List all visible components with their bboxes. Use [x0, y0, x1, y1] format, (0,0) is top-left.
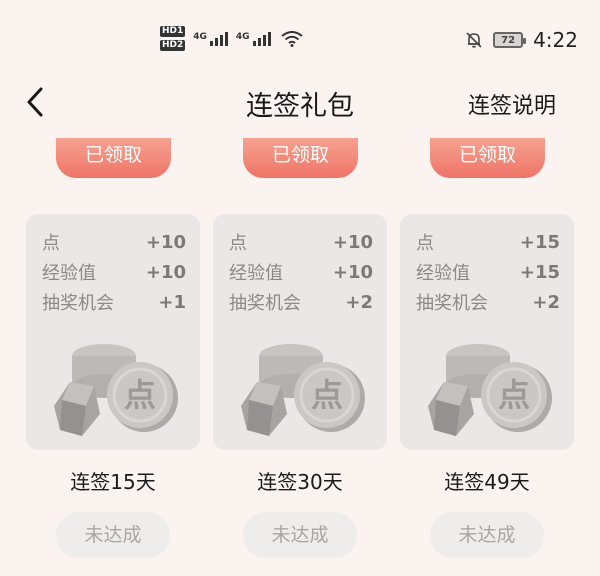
reward-row: 经验值 +10 — [229, 258, 373, 286]
coin-stack-icon: 点 — [241, 344, 365, 436]
reward-value: +1 — [158, 291, 186, 313]
streak-days-label: 连签15天 — [70, 470, 156, 494]
reward-column: 已领取 点 +15 经验值 +15 抽奖机会 +2 点 连签49天 未达成 — [400, 132, 574, 572]
reward-value: +2 — [532, 291, 560, 313]
svg-text:点: 点 — [498, 376, 530, 414]
hd1-badge: HD1 — [160, 26, 186, 37]
reward-label: 抽奖机会 — [229, 293, 301, 314]
reward-label: 点 — [229, 233, 247, 254]
reward-row: 点 +10 — [42, 228, 186, 256]
wifi-icon — [280, 30, 303, 47]
svg-text:点: 点 — [124, 376, 156, 414]
claimed-button[interactable]: 已领取 — [243, 138, 358, 178]
signal-icon: 4G — [193, 31, 228, 46]
reward-value: +2 — [345, 291, 373, 313]
hd-indicators: HD1 HD2 — [160, 26, 186, 51]
coin-stack-icon: 点 — [54, 344, 178, 436]
status-bar: HD1 HD2 4G 4G 72 4:22 — [0, 0, 600, 70]
reward-card: 点 +15 经验值 +15 抽奖机会 +2 点 — [400, 214, 574, 450]
hd2-badge: HD2 — [160, 40, 186, 51]
reward-value: +10 — [145, 231, 186, 253]
reward-value: +10 — [145, 261, 186, 283]
reward-row: 抽奖机会 +2 — [416, 288, 560, 316]
streak-days-label: 连签49天 — [444, 470, 530, 494]
reward-column: 已领取 点 +10 经验值 +10 抽奖机会 +1 点 连签15天 未达成 — [26, 132, 200, 572]
reward-label: 经验值 — [416, 263, 470, 284]
reward-label: 点 — [416, 233, 434, 254]
signal-icon: 4G — [235, 31, 271, 46]
status-right: 72 4:22 — [465, 28, 578, 52]
reward-row: 点 +10 — [229, 228, 373, 256]
reward-row: 抽奖机会 +2 — [229, 288, 373, 316]
reward-label: 点 — [42, 233, 60, 254]
reward-card: 点 +10 经验值 +10 抽奖机会 +1 点 — [26, 214, 200, 450]
reward-value: +10 — [332, 231, 373, 253]
reward-row: 点 +15 — [416, 228, 560, 256]
coin-stack-icon: 点 — [428, 344, 552, 436]
reward-label: 抽奖机会 — [416, 293, 488, 314]
reward-label: 经验值 — [42, 263, 96, 284]
rules-link[interactable]: 连签说明 — [468, 88, 556, 120]
streak-days-label: 连签30天 — [257, 470, 343, 494]
reward-column: 已领取 点 +10 经验值 +10 抽奖机会 +2 点 连签30天 未达成 — [213, 132, 387, 572]
battery-icon: 72 — [493, 32, 527, 48]
reward-value: +15 — [519, 261, 560, 283]
reward-row: 抽奖机会 +1 — [42, 288, 186, 316]
reward-label: 抽奖机会 — [42, 293, 114, 314]
claimed-button[interactable]: 已领取 — [56, 138, 171, 178]
reward-value: +10 — [332, 261, 373, 283]
svg-text:点: 点 — [311, 376, 343, 414]
status-left: HD1 HD2 4G 4G — [160, 26, 303, 51]
network-type-1: 4G — [193, 31, 207, 42]
claimed-button[interactable]: 已领取 — [430, 138, 545, 178]
not-achieved-button[interactable]: 未达成 — [56, 512, 170, 558]
not-achieved-button[interactable]: 未达成 — [243, 512, 357, 558]
mute-bell-icon — [466, 32, 482, 48]
clock: 4:22 — [533, 28, 578, 52]
network-type-2: 4G — [235, 31, 250, 42]
not-achieved-button[interactable]: 未达成 — [430, 512, 544, 558]
reward-card: 点 +10 经验值 +10 抽奖机会 +2 点 — [213, 214, 387, 450]
reward-row: 经验值 +15 — [416, 258, 560, 286]
reward-value: +15 — [519, 231, 560, 253]
reward-row: 经验值 +10 — [42, 258, 186, 286]
reward-label: 经验值 — [229, 263, 283, 284]
page-header: 连签礼包 连签说明 — [0, 78, 600, 128]
